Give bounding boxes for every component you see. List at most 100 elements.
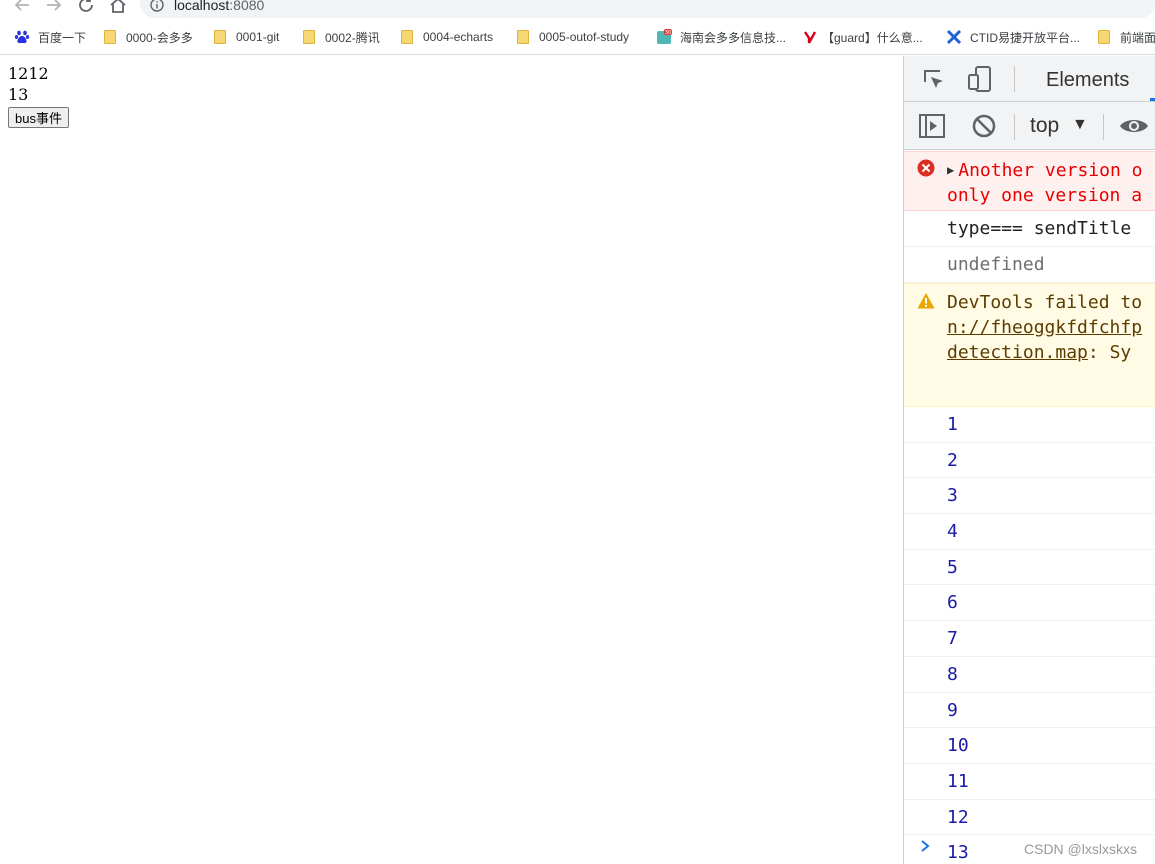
bus-event-button[interactable]: bus事件 [8,107,69,128]
console-log-row: 3 [904,478,1155,515]
log-number-text: 5 [947,556,958,578]
console-warning-row: DevTools failed to n://fheoggkfdfchfp de… [904,283,1155,407]
tab-elements[interactable]: Elements [1046,69,1129,92]
bookmark-label: 0000-会多多 [126,30,193,45]
page-text-1212: 1212 [8,64,49,83]
url-host: localhost [174,0,230,13]
bookmark-folder-0005[interactable]: 0005-outof-study [515,27,629,47]
active-tab-indicator [1150,98,1155,101]
bookmark-baidu[interactable]: 百度一下 [14,27,86,47]
home-icon[interactable] [107,0,129,16]
prompt-chevron-icon [921,840,930,852]
url-text: localhost:8080 [174,0,264,13]
expand-triangle-icon[interactable]: ▶ [947,158,954,183]
console-log-row: 8 [904,657,1155,693]
youdao-y-icon [802,29,818,45]
folder-icon [399,29,415,45]
console-toolbar: top ▼ [904,102,1155,150]
log-number-text: 1 [947,414,958,435]
warning-text-line3: detection.map: Sy [947,340,1131,365]
log-number-text: 7 [947,628,958,650]
log-number-text: 9 [947,699,958,721]
log-number-text: 10 [947,735,969,757]
log-number-text: 11 [947,770,969,792]
console-log-row: 5 [904,550,1155,586]
console-log-row: 12 [904,800,1155,836]
error-icon [917,159,935,177]
bookmark-label: 0005-outof-study [539,30,630,44]
device-toolbar-icon[interactable] [966,64,994,94]
number-log-list: 1 2 3 4 5 6 7 8 9 10 11 12 13 [904,407,1155,864]
bookmark-folder-0002[interactable]: 0002-腾讯 [301,27,380,47]
console-log-row: 6 [904,585,1155,622]
bookmark-folder-frontend[interactable]: 前端面 [1096,27,1155,47]
devtools-panel: Elements top ▼ ▶ Another version o only … [903,56,1155,864]
error-message: Another version o [958,160,1143,181]
url-port: :8080 [229,0,265,13]
log-undefined-text: undefined [947,254,1045,275]
log-number-text: 4 [947,521,958,543]
site-info-icon[interactable] [150,0,164,12]
folder-icon [1096,29,1112,45]
bookmark-label: 0001-git [236,30,280,44]
show-sidebar-icon[interactable] [918,113,946,139]
warning-source-link[interactable]: n://fheoggkfdfchfp [947,315,1142,340]
page-text-13: 13 [8,85,29,104]
folder-icon [301,29,317,45]
log-number-text: 12 [947,806,969,828]
console-error-row[interactable]: ▶ Another version o only one version a [904,151,1155,211]
calendar-30-icon: 30 [656,29,672,45]
csdn-watermark: CSDN @lxslxskxs [1024,841,1137,857]
warning-icon [917,293,935,309]
bookmark-label: 海南会多多信息技... [680,30,787,45]
svg-text:30: 30 [665,30,671,36]
clear-console-icon[interactable] [970,113,998,139]
bookmark-folder-0001[interactable]: 0001-git [212,27,279,47]
bookmark-hainan[interactable]: 30 海南会多多信息技... [656,27,786,47]
console-prompt-row[interactable]: CSDN @lxslxskxs [904,832,1155,864]
bookmark-folder-0000[interactable]: 0000-会多多 [102,27,193,47]
console-messages: ▶ Another version o only one version a ty… [904,151,1155,864]
console-log-row: undefined [904,247,1155,283]
log-number-text: 3 [947,485,958,507]
bookmark-label: 前端面 [1120,30,1155,45]
log-number-text: 8 [947,663,958,685]
console-log-row: 1 [904,407,1155,443]
bookmark-label: 百度一下 [38,30,87,45]
browser-nav-bar: localhost:8080 [0,0,1155,18]
bookmark-folder-0004[interactable]: 0004-echarts [399,27,493,47]
bookmark-label: 【guard】什么意... [822,30,923,45]
log-number-text: 6 [947,592,958,614]
console-log-row: 11 [904,764,1155,800]
console-log-row: 7 [904,621,1155,657]
bookmark-youdao[interactable]: 【guard】什么意... [802,27,923,47]
tab-separator [1014,66,1015,92]
folder-icon [212,29,228,45]
live-expression-eye-icon[interactable] [1118,115,1150,137]
bookmark-ctid[interactable]: CTID易捷开放平台... [946,27,1080,47]
folder-icon [102,29,118,45]
toolbar-separator [1103,114,1104,140]
error-text-line1: ▶ Another version o [947,158,1142,183]
chevron-down-icon[interactable]: ▼ [1072,116,1088,134]
log-number-text: 2 [947,449,958,471]
back-arrow-icon[interactable] [11,0,33,16]
address-bar[interactable]: localhost:8080 [140,0,1155,18]
inspect-element-icon[interactable] [920,66,948,94]
bookmark-label: 0002-腾讯 [325,30,380,45]
baidu-paw-icon [14,29,30,45]
console-log-row: 4 [904,514,1155,550]
folder-icon [515,29,531,45]
error-text-line2: only one version a [947,185,1143,206]
console-log-row: type=== sendTitle [904,211,1155,247]
forward-arrow-icon[interactable] [43,0,65,16]
sourcemap-link[interactable]: detection.map [947,342,1088,363]
ctid-cross-icon [946,29,962,45]
bookmark-label: CTID易捷开放平台... [970,30,1080,45]
console-log-row: 2 [904,443,1155,479]
context-selector[interactable]: top [1030,114,1059,138]
reload-icon[interactable] [75,0,97,16]
log-type-text: type=== sendTitle [947,218,1132,239]
warning-rest-text: : Sy [1087,342,1132,363]
console-log-row: 10 [904,728,1155,764]
